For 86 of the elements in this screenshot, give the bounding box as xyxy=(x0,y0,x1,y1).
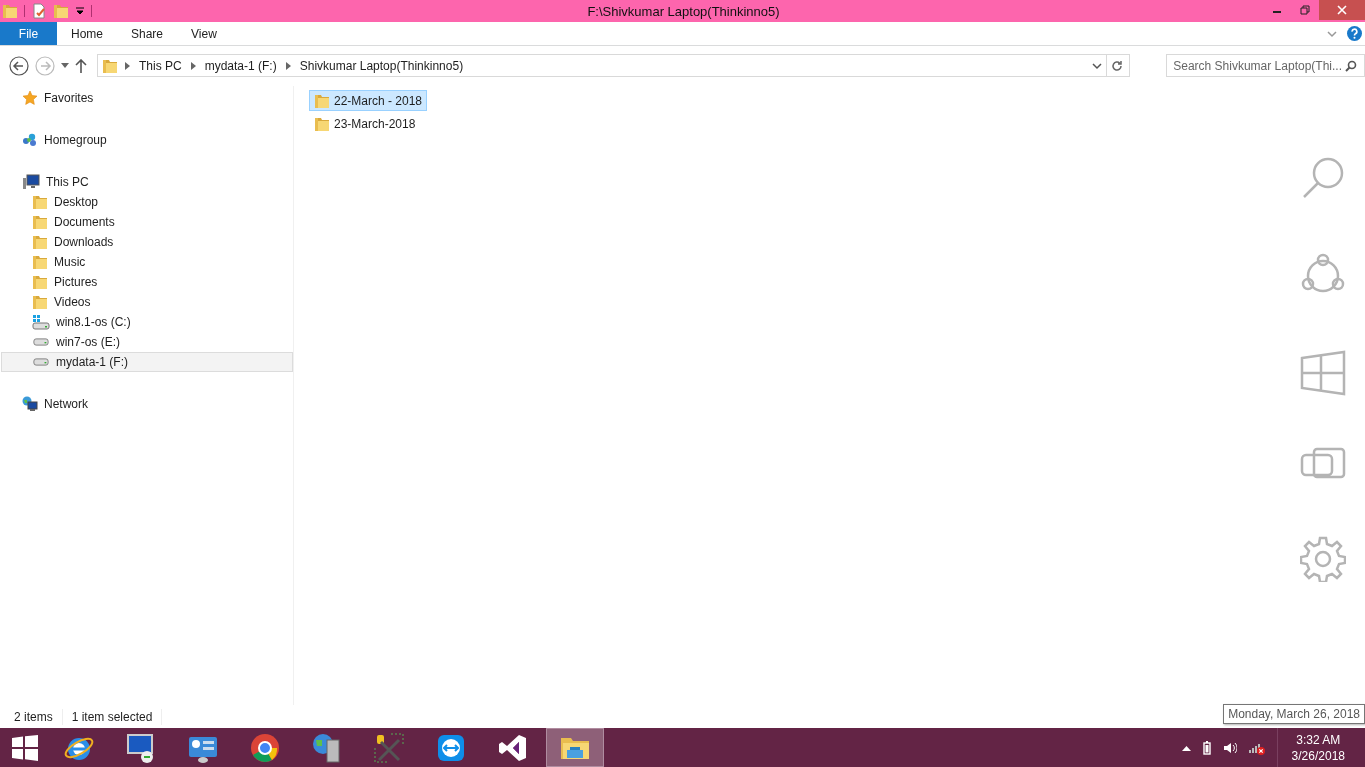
folder-icon xyxy=(32,274,48,290)
search-icon xyxy=(1345,59,1358,72)
breadcrumb[interactable]: This PC xyxy=(137,58,184,73)
nav-item[interactable]: Network xyxy=(1,394,293,414)
computer-icon xyxy=(22,174,40,190)
nav-label: Network xyxy=(44,397,88,411)
folder-icon xyxy=(32,194,48,210)
new-folder-icon xyxy=(53,3,69,19)
drive-icon xyxy=(32,358,50,366)
drive-icon xyxy=(32,314,50,330)
show-hidden-icons-icon[interactable] xyxy=(1181,744,1191,751)
nav-label: win8.1-os (C:) xyxy=(56,315,131,329)
nav-label: Music xyxy=(54,255,86,269)
drive-icon xyxy=(32,338,50,346)
refresh-button[interactable] xyxy=(1105,54,1131,77)
breadcrumb[interactable]: Shivkumar Laptop(Thinkinno5) xyxy=(297,58,466,73)
window-title: F:\Shivkumar Laptop(Thinkinno5) xyxy=(586,3,781,19)
nav-label: Documents xyxy=(54,215,115,229)
nav-item[interactable]: Downloads xyxy=(1,232,293,252)
nav-label: mydata-1 (F:) xyxy=(56,355,128,369)
selection-status: 1 item selected xyxy=(71,708,163,725)
nav-item[interactable]: Documents xyxy=(1,212,293,232)
folder-icon xyxy=(32,234,48,250)
nav-label: Desktop xyxy=(54,195,99,209)
close-button[interactable] xyxy=(1319,0,1365,20)
nav-label: Videos xyxy=(54,295,91,309)
dropdown-icon[interactable] xyxy=(75,6,85,16)
nav-item[interactable]: win7-os (E:) xyxy=(1,332,293,352)
breadcrumb-arrow-icon[interactable] xyxy=(190,61,196,70)
nav-item[interactable]: Videos xyxy=(1,292,293,312)
ribbon-tab[interactable]: Home xyxy=(57,22,117,45)
folder-name: 22-March - 2018 xyxy=(334,93,423,108)
nav-item[interactable]: Favorites xyxy=(1,88,293,108)
address-field[interactable]: This PC mydata-1 (F:) Shivkumar Laptop(Thinkinno5) xyxy=(97,54,1107,77)
ribbon-tab[interactable]: Share xyxy=(117,22,178,45)
battery-icon[interactable] xyxy=(1202,740,1211,755)
nav-item[interactable]: mydata-1 (F:) xyxy=(1,352,293,372)
nav-label: Favorites xyxy=(44,91,94,105)
ribbon-tab[interactable]: View xyxy=(177,22,231,45)
item-count: 2 items xyxy=(14,708,63,725)
star-icon xyxy=(22,90,38,106)
folder-icon xyxy=(102,57,118,74)
breadcrumb[interactable]: mydata-1 (F:) xyxy=(202,58,279,73)
recent-locations-icon[interactable] xyxy=(61,63,69,68)
back-icon[interactable] xyxy=(9,55,29,76)
nav-item[interactable]: Homegroup xyxy=(1,130,293,150)
date-tooltip: Monday, March 26, 2018 xyxy=(1223,704,1365,724)
homegroup-icon xyxy=(22,132,38,148)
nav-item[interactable]: This PC xyxy=(1,172,293,192)
breadcrumb-arrow-icon[interactable] xyxy=(125,61,130,70)
folder-icon xyxy=(32,254,48,270)
folder-icon xyxy=(314,115,330,132)
up-icon[interactable] xyxy=(75,58,87,73)
folder-item[interactable]: 23-March-2018 xyxy=(309,113,421,134)
nav-label: This PC xyxy=(46,175,89,189)
close-icon xyxy=(1337,5,1347,15)
restore-icon xyxy=(1300,5,1310,15)
folder-item[interactable]: 22-March - 2018 xyxy=(309,90,428,111)
windows-logo-icon xyxy=(12,734,38,761)
globe-server-icon xyxy=(311,731,343,764)
clock[interactable]: 3:32 AM 3/26/2018 xyxy=(1276,728,1357,767)
folder-icon xyxy=(314,92,330,109)
expand-ribbon-icon[interactable] xyxy=(1327,28,1337,39)
nav-label: win7-os (E:) xyxy=(56,335,120,349)
file-tab[interactable]: File xyxy=(0,22,57,45)
folder-icon xyxy=(32,214,48,230)
nav-label: Pictures xyxy=(54,275,98,289)
folder-icon xyxy=(2,3,18,19)
nav-item[interactable]: Pictures xyxy=(1,272,293,292)
speaker-icon[interactable] xyxy=(1222,740,1237,755)
folder-name: 23-March-2018 xyxy=(334,116,416,131)
refresh-icon xyxy=(1111,59,1124,72)
tools-icon xyxy=(373,731,405,764)
round-logo-icon xyxy=(249,731,281,764)
nav-item[interactable]: Music xyxy=(1,252,293,272)
nav-item[interactable]: win8.1-os (C:) xyxy=(1,312,293,332)
search-field[interactable]: Search Shivkumar Laptop(Thi... xyxy=(1166,54,1365,77)
network-icon xyxy=(22,396,38,412)
properties-icon[interactable] xyxy=(31,3,47,19)
nav-item[interactable]: Desktop xyxy=(1,192,293,212)
nav-label: Downloads xyxy=(54,235,114,249)
help-icon[interactable] xyxy=(1347,26,1362,41)
folder-icon xyxy=(32,294,48,310)
nav-label: Homegroup xyxy=(44,133,107,147)
breadcrumb-arrow-icon[interactable] xyxy=(285,61,291,70)
address-dropdown-icon[interactable] xyxy=(1091,61,1102,70)
